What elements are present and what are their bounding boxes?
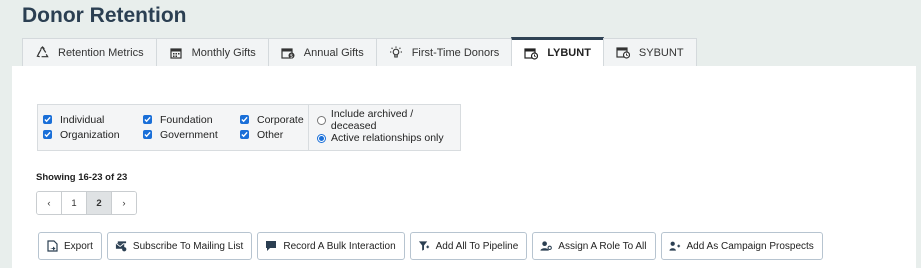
- campaign-prospect-icon: [668, 240, 681, 252]
- pagination-page[interactable]: 1: [62, 192, 87, 214]
- tab-annual-gifts[interactable]: $ Annual Gifts: [267, 38, 377, 66]
- recycle-icon: [35, 46, 49, 60]
- button-label: Add As Campaign Prospects: [686, 240, 814, 252]
- bulk-actions: Export Subscribe To Mailing List Record …: [38, 232, 828, 260]
- mailing-list-icon: [115, 240, 127, 252]
- radio-include-archived[interactable]: Include archived / deceased: [317, 108, 460, 132]
- radio-circle[interactable]: [317, 115, 326, 125]
- tab-label: Monthly Gifts: [191, 46, 256, 59]
- checkbox-foundation[interactable]: Foundation: [143, 112, 240, 127]
- check-icon[interactable]: [143, 130, 152, 139]
- checkbox-label: Corporate: [257, 113, 304, 126]
- tab-label: SYBUNT: [638, 46, 684, 59]
- button-label: Assign A Role To All: [558, 240, 647, 252]
- check-icon[interactable]: [143, 115, 152, 124]
- calendar-icon: [169, 46, 183, 60]
- export-icon: [46, 240, 58, 252]
- tab-bar: Retention Metrics Monthly Gifts $ Annual…: [22, 37, 697, 67]
- button-label: Export: [64, 240, 93, 252]
- tab-panel: Individual Foundation Corporate Organiza…: [12, 66, 916, 268]
- check-icon[interactable]: [240, 115, 249, 124]
- relationship-type-filters: Individual Foundation Corporate Organiza…: [38, 105, 309, 150]
- pagination-page-current[interactable]: 2: [87, 192, 112, 214]
- button-label: Add All To Pipeline: [435, 240, 519, 252]
- calendar-dollar-icon: $: [281, 46, 295, 60]
- export-button[interactable]: Export: [38, 232, 102, 260]
- calendar-clock-icon: [616, 46, 630, 60]
- radio-label: Active relationships only: [331, 132, 444, 144]
- checkbox-label: Other: [257, 128, 284, 141]
- calendar-clock-icon: [524, 46, 539, 60]
- subscribe-mailing-list-button[interactable]: Subscribe To Mailing List: [106, 232, 253, 260]
- radio-label: Include archived / deceased: [330, 108, 414, 132]
- tab-first-time-donors[interactable]: First-Time Donors: [375, 38, 513, 66]
- checkbox-organization[interactable]: Organization: [43, 127, 143, 142]
- tab-monthly-gifts[interactable]: Monthly Gifts: [155, 38, 269, 66]
- radio-active-only[interactable]: Active relationships only: [317, 129, 460, 147]
- tab-label: Retention Metrics: [58, 46, 144, 59]
- tab-sybunt[interactable]: SYBUNT: [602, 38, 697, 66]
- checkbox-label: Foundation: [160, 113, 213, 126]
- pagination-prev[interactable]: ‹: [37, 192, 62, 214]
- tab-label: First-Time Donors: [411, 46, 500, 59]
- check-icon[interactable]: [240, 130, 249, 139]
- filter-box: Individual Foundation Corporate Organiza…: [37, 104, 461, 151]
- add-all-to-pipeline-button[interactable]: Add All To Pipeline: [409, 232, 528, 260]
- results-count: Showing 16-23 of 23: [36, 172, 128, 183]
- checkbox-label: Government: [160, 128, 218, 141]
- assign-role-to-all-button[interactable]: Assign A Role To All: [532, 232, 656, 260]
- checkbox-government[interactable]: Government: [143, 127, 240, 142]
- user-role-icon: [540, 240, 553, 252]
- checkbox-label: Organization: [60, 128, 120, 141]
- relationship-status-filters: Include archived / deceased Active relat…: [309, 105, 460, 150]
- comment-icon: [265, 240, 277, 252]
- check-icon[interactable]: [43, 115, 52, 124]
- tab-lybunt[interactable]: LYBUNT: [511, 37, 604, 66]
- checkbox-corporate[interactable]: Corporate: [240, 112, 310, 127]
- pagination: ‹ 1 2 ›: [36, 191, 137, 215]
- checkbox-other[interactable]: Other: [240, 127, 310, 142]
- tab-label: LYBUNT: [547, 47, 591, 59]
- tab-retention-metrics[interactable]: Retention Metrics: [22, 38, 157, 66]
- pagination-next[interactable]: ›: [112, 192, 136, 214]
- page-title: Donor Retention: [22, 4, 187, 27]
- checkbox-individual[interactable]: Individual: [43, 112, 143, 127]
- check-icon[interactable]: [43, 130, 52, 139]
- funnel-icon: [418, 240, 430, 252]
- checkbox-label: Individual: [60, 113, 105, 126]
- record-bulk-interaction-button[interactable]: Record A Bulk Interaction: [257, 232, 405, 260]
- button-label: Subscribe To Mailing List: [132, 240, 244, 252]
- tab-label: Annual Gifts: [303, 46, 364, 59]
- radio-circle[interactable]: [317, 133, 326, 143]
- lightbulb-icon: [389, 46, 403, 60]
- add-campaign-prospects-button[interactable]: Add As Campaign Prospects: [660, 232, 823, 260]
- svg-text:$: $: [290, 53, 293, 59]
- button-label: Record A Bulk Interaction: [283, 240, 396, 252]
